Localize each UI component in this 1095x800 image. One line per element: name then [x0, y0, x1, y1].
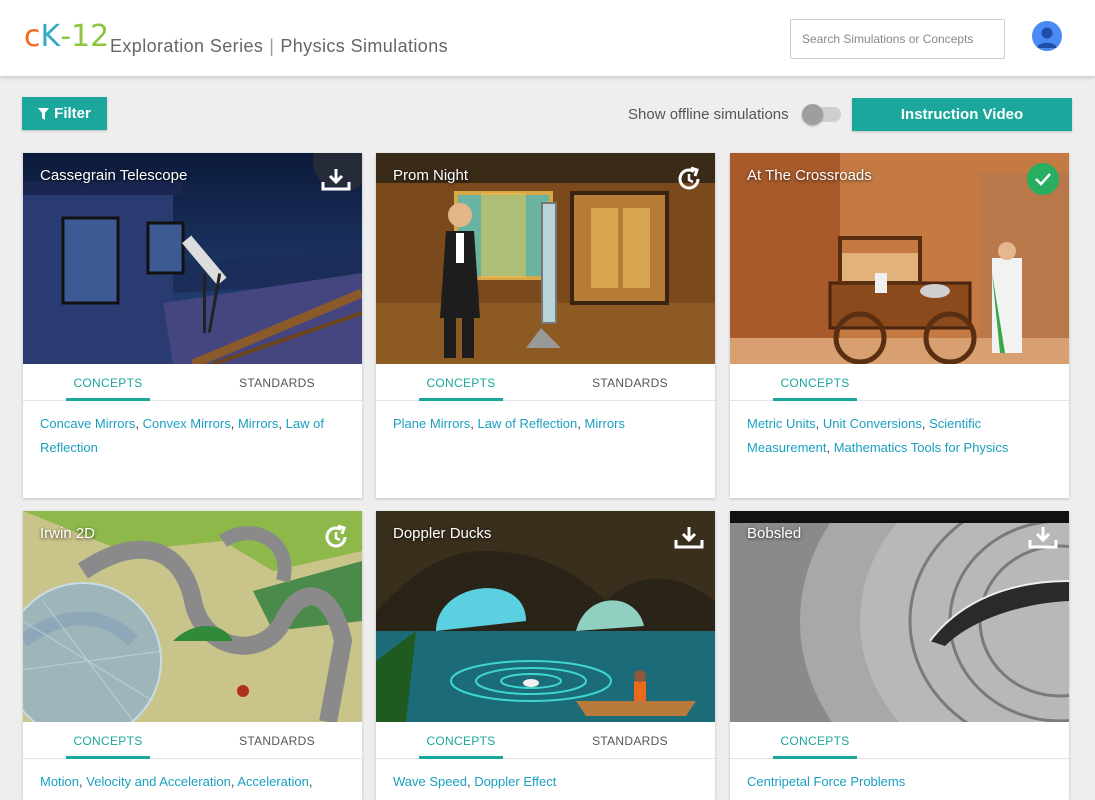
tab-concepts[interactable]: CONCEPTS	[773, 364, 857, 401]
logo-letter-c: c	[24, 19, 41, 54]
offline-toggle-label: Show offline simulations	[628, 106, 789, 123]
series-name: Exploration Series	[110, 36, 264, 56]
simulation-thumbnail[interactable]	[730, 511, 1069, 722]
card-title: Doppler Ducks	[393, 525, 492, 542]
simulation-thumbnail[interactable]	[23, 153, 362, 364]
simulation-card[interactable]: Prom Night CONCEPTS STANDARDS Plane Mirr…	[376, 153, 715, 498]
card-tabs: CONCEPTS STANDARDS	[23, 364, 362, 401]
concepts-list: Centripetal Force Problems	[747, 770, 1047, 794]
concept-link[interactable]: Plane Mirrors	[393, 416, 470, 431]
simulation-thumbnail[interactable]	[730, 153, 1069, 364]
simulation-thumbnail[interactable]	[376, 153, 715, 364]
concept-link[interactable]: Concave Mirrors	[40, 416, 135, 431]
filter-button-label: Filter	[54, 105, 91, 122]
card-tabs: CONCEPTS STANDARDS	[376, 364, 715, 401]
concept-link[interactable]: Velocity and Acceleration	[86, 774, 231, 789]
card-tabs: CONCEPTS STANDARDS	[23, 722, 362, 759]
simulation-card[interactable]: At The Crossroads CONCEPTS Metric Units,…	[730, 153, 1069, 498]
tab-concepts[interactable]: CONCEPTS	[419, 722, 503, 759]
tab-concepts[interactable]: CONCEPTS	[66, 364, 150, 401]
card-tabs: CONCEPTS STANDARDS	[376, 722, 715, 759]
search-input[interactable]	[790, 19, 1005, 59]
simulation-card[interactable]: Cassegrain Telescope CONCEPTS STANDARDS …	[23, 153, 362, 498]
concept-link[interactable]: Acceleration	[237, 774, 309, 789]
card-title: Cassegrain Telescope	[40, 167, 188, 184]
card-title: Irwin 2D	[40, 525, 96, 542]
logo-letter-k: K	[40, 19, 61, 54]
page-title: Exploration Series | Physics Simulations	[110, 36, 448, 57]
concepts-list: Wave Speed, Doppler Effect	[393, 774, 557, 789]
simulation-thumbnail[interactable]	[23, 511, 362, 722]
card-title: Bobsled	[747, 525, 802, 542]
filter-button[interactable]: Filter	[22, 97, 107, 130]
download-icon[interactable]	[1027, 521, 1059, 553]
tab-standards[interactable]: STANDARDS	[235, 364, 319, 401]
download-icon[interactable]	[320, 163, 352, 195]
tab-standards[interactable]: STANDARDS	[235, 722, 319, 759]
concept-link[interactable]: Convex Mirrors	[143, 416, 231, 431]
simulation-card[interactable]: Irwin 2D CONCEPTS STANDARDS Motion, Velo…	[23, 511, 362, 800]
check-icon[interactable]	[1027, 163, 1059, 195]
concepts-list: Metric Units, Unit Conversions, Scientif…	[747, 416, 1009, 455]
concept-link[interactable]: Motion	[40, 774, 79, 789]
card-title: Prom Night	[393, 167, 469, 184]
concepts-list: Plane Mirrors, Law of Reflection, Mirror…	[393, 416, 625, 431]
logo-dash: -	[60, 19, 72, 54]
section-name: Physics Simulations	[280, 36, 449, 56]
tab-concepts[interactable]: CONCEPTS	[419, 364, 503, 401]
concept-link[interactable]: Unit Conversions	[823, 416, 922, 431]
offline-toggle[interactable]	[802, 104, 841, 125]
concept-link[interactable]: Mirrors	[585, 416, 625, 431]
concept-link[interactable]: Metric Units	[747, 416, 816, 431]
concepts-list: Motion, Velocity and Acceleration, Accel…	[40, 774, 313, 789]
concept-link[interactable]: Wave Speed	[393, 774, 467, 789]
ck12-logo[interactable]: c K - 12	[24, 22, 109, 58]
tab-standards[interactable]: STANDARDS	[588, 722, 672, 759]
tab-concepts[interactable]: CONCEPTS	[773, 722, 857, 759]
concept-link[interactable]: Law of Reflection	[478, 416, 578, 431]
update-icon[interactable]	[320, 521, 352, 553]
tab-concepts[interactable]: CONCEPTS	[66, 722, 150, 759]
card-title: At The Crossroads	[747, 167, 872, 184]
logo-number: 12	[71, 19, 110, 54]
instruction-video-button[interactable]: Instruction Video	[852, 98, 1072, 131]
title-separator: |	[269, 36, 275, 56]
update-icon[interactable]	[673, 163, 705, 195]
concepts-list: Concave Mirrors, Convex Mirrors, Mirrors…	[40, 416, 324, 455]
concept-link[interactable]: Centripetal Force Problems	[747, 774, 905, 789]
user-avatar-icon[interactable]	[1032, 21, 1062, 51]
tab-standards[interactable]: STANDARDS	[588, 364, 672, 401]
card-tabs: CONCEPTS	[730, 722, 1069, 759]
concept-link[interactable]: Mathematics Tools for Physics	[834, 440, 1009, 455]
simulation-card[interactable]: Bobsled CONCEPTS Centripetal Force Probl…	[730, 511, 1069, 800]
toggle-knob[interactable]	[802, 104, 823, 125]
concept-link[interactable]: Doppler Effect	[474, 774, 556, 789]
concept-link[interactable]: Mirrors	[238, 416, 278, 431]
download-icon[interactable]	[673, 521, 705, 553]
card-tabs: CONCEPTS	[730, 364, 1069, 401]
simulation-thumbnail[interactable]	[376, 511, 715, 722]
simulation-card[interactable]: Doppler Ducks CONCEPTS STANDARDS Wave Sp…	[376, 511, 715, 800]
app-header: c K - 12 Exploration Series | Physics Simu…	[0, 0, 1095, 76]
filter-icon	[38, 107, 50, 120]
